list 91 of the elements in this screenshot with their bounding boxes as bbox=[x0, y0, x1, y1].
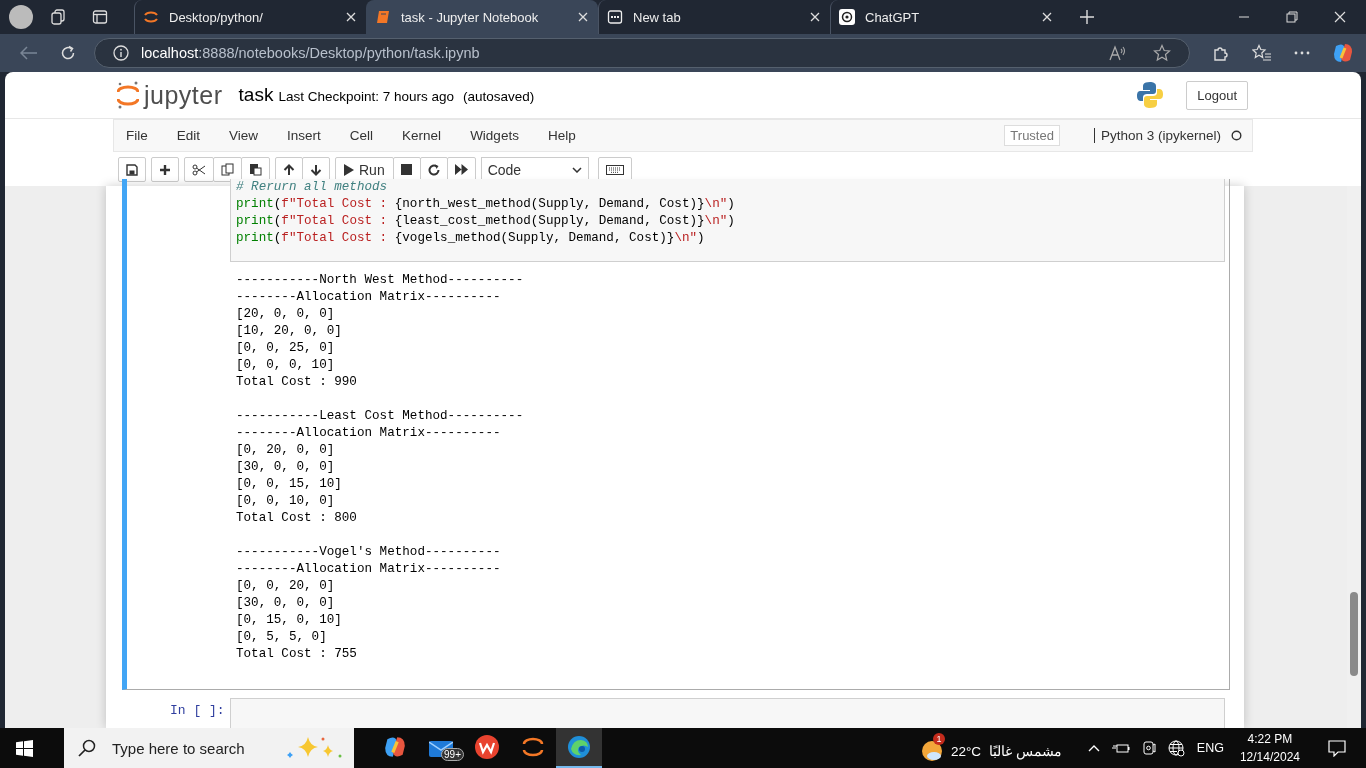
copilot-icon[interactable] bbox=[1332, 42, 1354, 64]
refresh-icon[interactable] bbox=[60, 45, 76, 61]
paste-icon bbox=[249, 163, 262, 176]
weather-condition: مشمس غالبًا bbox=[989, 743, 1062, 759]
autosave-status: (autosaved) bbox=[463, 88, 535, 104]
clock[interactable]: 4:22 PM 12/14/2024 bbox=[1239, 730, 1300, 766]
input-prompt: In [ ]: bbox=[170, 702, 226, 718]
jupyter-wordmark: jupyter bbox=[144, 80, 223, 110]
copilot-icon bbox=[383, 735, 407, 759]
search-icon bbox=[78, 739, 96, 757]
cell-output: -----------North West Method---------- --------Allocation Matrix---------- [20, 0, 0, 0] [10, 20, 0, 0] [0, 0, 25, 0] [0, 0, 0, 10] Total Cost : 990 -----------Least Cost Method---------- --------Allocation Matrix---------- [0, 20, 0, 0] [30, 0, 0, 0] [0, 0, 15, 10] [0, 0, 10, 0] Total Cost : 800 -----------Vogel's Method---------- --------Allocation Matrix---------- [0, 0, 20, 0] [30, 0, 0, 0] [0, 15, 0, 10] [0, 5, 5, 0] Total Cost : 755 bbox=[235, 272, 525, 663]
tab-title: task - Jupyter Notebook bbox=[401, 9, 540, 25]
favorites-list-icon[interactable] bbox=[1252, 44, 1272, 62]
fast-forward-icon bbox=[454, 164, 468, 175]
camera-icon[interactable] bbox=[1141, 740, 1156, 756]
tab-title: Desktop/python/ bbox=[169, 9, 264, 25]
new-tab-icon[interactable] bbox=[1080, 10, 1094, 24]
tab-title: New tab bbox=[633, 9, 682, 25]
battery-plug-icon[interactable] bbox=[1111, 742, 1130, 754]
menu-item[interactable]: Insert bbox=[287, 128, 321, 143]
close-icon[interactable] bbox=[810, 12, 820, 22]
menu-item[interactable]: Edit bbox=[176, 128, 201, 143]
jupyter-logo-icon bbox=[143, 9, 159, 25]
back-arrow-icon[interactable] bbox=[20, 46, 38, 60]
taskbar-search-field[interactable]: Type here to search bbox=[64, 728, 354, 768]
code-editor[interactable]: # Rerurn all methods print(f"Total Cost : {north_west_method(Supply, Demand, Cost)}\n") print(f"Total Cost : {least_cost_method(Supply, Demand, Cost)}\n") print(f"Total Cost : {vogels_method(Supply, Demand, Cost)}\n") bbox=[230, 179, 1225, 262]
keyboard-icon bbox=[605, 164, 624, 175]
temperature: 22°C bbox=[950, 743, 982, 759]
address-field[interactable]: localhost:8888/notebooks/Desktop/python/task.ipynb bbox=[94, 38, 1190, 68]
notification-badge: 1 bbox=[932, 733, 945, 745]
empty-code-cell[interactable] bbox=[230, 698, 1225, 728]
notebook-icon bbox=[375, 9, 391, 25]
copy-icon bbox=[221, 163, 234, 176]
restore-icon[interactable] bbox=[1286, 11, 1298, 23]
arrow-down-icon bbox=[310, 163, 322, 176]
scissors-icon bbox=[192, 163, 206, 176]
read-aloud-icon[interactable] bbox=[1109, 45, 1127, 61]
clock-date: 12/14/2024 bbox=[1239, 749, 1300, 766]
taskbar-app[interactable] bbox=[556, 728, 602, 768]
kernel-idle-icon bbox=[1231, 130, 1242, 141]
workspaces-icon[interactable] bbox=[50, 9, 66, 25]
close-icon[interactable] bbox=[578, 12, 588, 22]
chevron-up-icon[interactable] bbox=[1087, 744, 1100, 752]
info-icon bbox=[113, 45, 129, 61]
arrow-up-icon bbox=[283, 163, 295, 176]
notification-center-icon[interactable] bbox=[1328, 739, 1346, 757]
cut-button[interactable] bbox=[184, 157, 214, 182]
globe-icon[interactable] bbox=[1167, 739, 1185, 757]
new-tab-page-icon bbox=[607, 9, 623, 25]
plus-icon bbox=[159, 163, 171, 176]
windows-start-icon[interactable] bbox=[16, 739, 33, 757]
jupyter-logo-icon[interactable] bbox=[117, 81, 139, 109]
input-language[interactable]: ENG bbox=[1196, 741, 1224, 755]
save-icon bbox=[126, 163, 138, 176]
extensions-icon[interactable] bbox=[1212, 44, 1230, 62]
save-button[interactable] bbox=[118, 157, 146, 182]
menu-item[interactable]: Widgets bbox=[470, 128, 519, 143]
close-window-icon[interactable] bbox=[1334, 11, 1346, 23]
tab-title: ChatGPT bbox=[865, 9, 921, 25]
play-icon bbox=[344, 163, 354, 176]
checkpoint-status: Last Checkpoint: 7 hours ago bbox=[278, 88, 455, 104]
menu-item[interactable]: Help bbox=[547, 128, 576, 143]
menu-item[interactable]: View bbox=[229, 128, 259, 143]
chevron-down-icon bbox=[571, 166, 582, 173]
tab-actions-icon[interactable] bbox=[92, 9, 108, 25]
kernel-name[interactable]: Python 3 (ipykernel) bbox=[1093, 128, 1221, 143]
sun-cloud-icon bbox=[920, 740, 943, 762]
favorite-star-icon[interactable] bbox=[1153, 44, 1171, 62]
menu-item[interactable]: File bbox=[126, 128, 148, 143]
restart-icon bbox=[427, 163, 440, 176]
browser-tab[interactable]: task - Jupyter Notebook bbox=[366, 0, 598, 34]
add-cell-button[interactable] bbox=[151, 157, 179, 182]
more-menu-icon[interactable] bbox=[1294, 51, 1310, 55]
close-icon[interactable] bbox=[1042, 12, 1052, 22]
taskbar-app[interactable]: 99+ bbox=[418, 728, 464, 768]
python-logo-icon bbox=[1136, 81, 1165, 109]
menu-item[interactable]: Kernel bbox=[402, 128, 442, 143]
logout-button[interactable]: Logout bbox=[1186, 80, 1248, 110]
clock-time: 4:22 PM bbox=[1247, 731, 1293, 748]
notebook-name[interactable]: task bbox=[238, 84, 274, 106]
jupyter-logo-icon bbox=[522, 736, 544, 758]
close-icon[interactable] bbox=[346, 12, 356, 22]
notebook-cell[interactable] bbox=[122, 179, 1230, 690]
edge-browser-icon bbox=[567, 735, 591, 759]
stop-icon bbox=[401, 164, 413, 175]
trusted-indicator[interactable]: Trusted bbox=[1004, 125, 1060, 146]
profile-avatar-icon[interactable] bbox=[9, 5, 33, 29]
menu-item[interactable]: Cell bbox=[349, 128, 374, 143]
chat-logo-icon bbox=[839, 9, 855, 25]
unread-count-badge: 99+ bbox=[441, 748, 464, 761]
office-app-icon bbox=[475, 735, 499, 759]
